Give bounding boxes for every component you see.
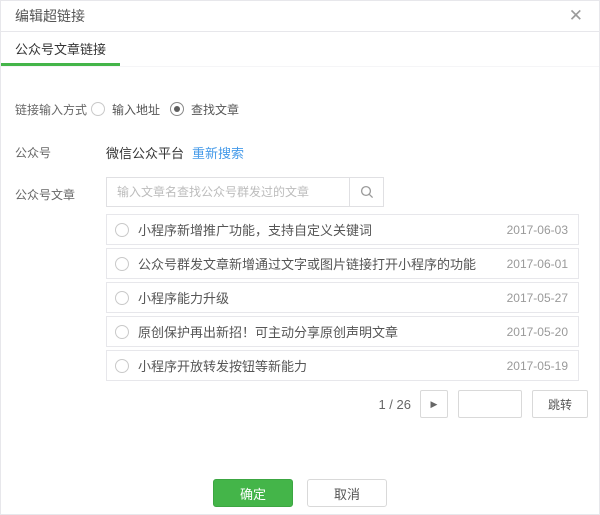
research-link[interactable]: 重新搜索: [192, 143, 244, 162]
article-search-control: [106, 177, 384, 207]
edit-hyperlink-dialog: 编辑超链接 ✕ 公众号文章链接 链接输入方式 输入地址 查找文章 公众号 微信公…: [0, 0, 600, 515]
confirm-button[interactable]: 确定: [213, 479, 293, 507]
official-account-row: 公众号 微信公众平台 重新搜索: [15, 143, 599, 161]
official-account-value: 微信公众平台: [106, 143, 184, 162]
radio-unselected-icon[interactable]: [91, 102, 105, 116]
article-list-item[interactable]: 原创保护再出新招！可主动分享原创声明文章 2017-05-20: [106, 316, 579, 347]
tab-official-article-link[interactable]: 公众号文章链接: [1, 32, 120, 66]
radio-unselected-icon[interactable]: [115, 359, 129, 373]
tab-bar: 公众号文章链接: [1, 32, 599, 67]
official-account-label: 公众号: [15, 144, 106, 161]
articles-label: 公众号文章: [15, 177, 106, 203]
article-date: 2017-05-20: [507, 325, 568, 339]
dialog-footer: 确定 取消: [1, 479, 599, 507]
articles-column: 小程序新增推广功能，支持自定义关键词 2017-06-03 公众号群发文章新增通…: [106, 177, 588, 418]
article-title: 公众号群发文章新增通过文字或图片链接打开小程序的功能: [138, 254, 497, 273]
radio-option-label: 查找文章: [191, 101, 239, 118]
link-input-method-label: 链接输入方式: [15, 101, 91, 118]
radio-option-enter-address[interactable]: 输入地址: [91, 101, 160, 118]
page-indicator: 1 / 26: [378, 397, 411, 412]
next-page-button[interactable]: ▶: [420, 390, 448, 418]
article-title: 原创保护再出新招！可主动分享原创声明文章: [138, 322, 497, 341]
link-input-method-row: 链接输入方式 输入地址 查找文章: [15, 99, 599, 119]
dialog-header: 编辑超链接 ✕: [1, 1, 599, 32]
article-list-item[interactable]: 小程序新增推广功能，支持自定义关键词 2017-06-03: [106, 214, 579, 245]
article-list: 小程序新增推广功能，支持自定义关键词 2017-06-03 公众号群发文章新增通…: [106, 214, 579, 381]
radio-option-label: 输入地址: [112, 101, 160, 118]
cancel-button[interactable]: 取消: [307, 479, 387, 507]
radio-selected-icon[interactable]: [170, 102, 184, 116]
jump-button[interactable]: 跳转: [532, 390, 588, 418]
articles-row: 公众号文章 小程序新增推广功能，支持自定义关键词 20: [15, 177, 599, 418]
search-button[interactable]: [349, 178, 383, 206]
dialog-title: 编辑超链接: [15, 6, 85, 26]
article-search-input[interactable]: [107, 178, 349, 206]
radio-unselected-icon[interactable]: [115, 291, 129, 305]
radio-unselected-icon[interactable]: [115, 223, 129, 237]
dialog-form: 链接输入方式 输入地址 查找文章 公众号 微信公众平台 重新搜索 公众号文章: [1, 99, 599, 418]
close-icon[interactable]: ✕: [569, 8, 583, 25]
article-list-item[interactable]: 小程序开放转发按钮等新能力 2017-05-19: [106, 350, 579, 381]
radio-unselected-icon[interactable]: [115, 325, 129, 339]
article-date: 2017-06-01: [507, 257, 568, 271]
article-title: 小程序新增推广功能，支持自定义关键词: [138, 220, 497, 239]
article-list-item[interactable]: 公众号群发文章新增通过文字或图片链接打开小程序的功能 2017-06-01: [106, 248, 579, 279]
pagination: 1 / 26 ▶ 跳转: [106, 390, 588, 418]
article-title: 小程序能力升级: [138, 288, 497, 307]
search-icon: [360, 185, 374, 199]
radio-option-find-article[interactable]: 查找文章: [170, 101, 239, 118]
article-date: 2017-06-03: [507, 223, 568, 237]
article-title: 小程序开放转发按钮等新能力: [138, 356, 497, 375]
article-date: 2017-05-27: [507, 291, 568, 305]
next-page-icon: ▶: [431, 399, 438, 410]
article-list-item[interactable]: 小程序能力升级 2017-05-27: [106, 282, 579, 313]
page-jump-input[interactable]: [458, 390, 522, 418]
article-date: 2017-05-19: [507, 359, 568, 373]
radio-unselected-icon[interactable]: [115, 257, 129, 271]
